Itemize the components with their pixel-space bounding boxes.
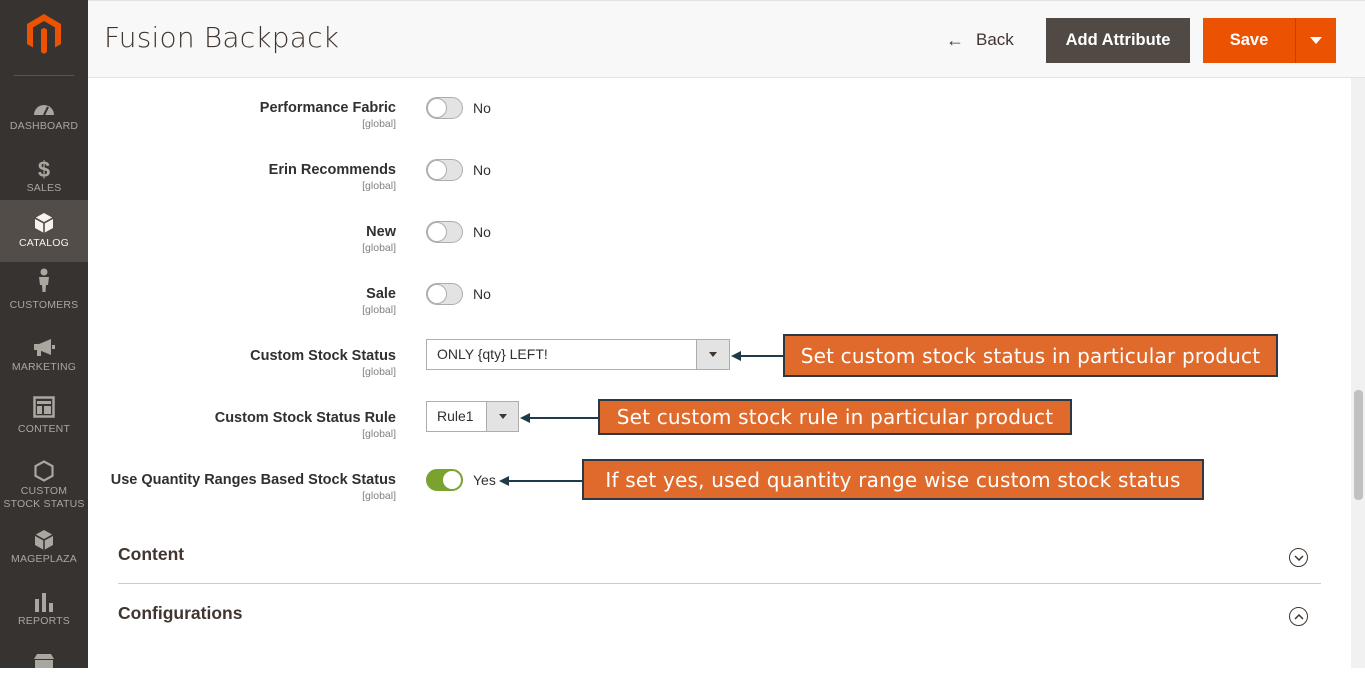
toggle-knob xyxy=(427,284,447,304)
page-header: Fusion Backpack ← Back Add Attribute Sav… xyxy=(88,0,1365,78)
back-label: Back xyxy=(976,30,1014,49)
cube-icon xyxy=(0,212,88,234)
nav-content-label: CONTENT xyxy=(17,423,71,435)
callout-qty-ranges: If set yes, used quantity range wise cus… xyxy=(582,459,1204,500)
nav-mageplaza[interactable]: MAGEPLAZA xyxy=(0,520,88,582)
performance-fabric-value: No xyxy=(473,100,491,116)
dollar-icon: $ xyxy=(37,157,51,182)
toggle-knob xyxy=(427,98,447,118)
scrollbar-thumb[interactable] xyxy=(1354,390,1363,500)
toggle-knob xyxy=(427,222,447,242)
field-scope: [global] xyxy=(362,490,396,502)
field-scope: [global] xyxy=(362,428,396,440)
scrollbar-track[interactable] xyxy=(1351,78,1365,668)
sale-toggle[interactable] xyxy=(426,283,463,305)
nav-dashboard[interactable]: DASHBOARD xyxy=(0,88,88,150)
field-scope: [global] xyxy=(362,304,396,316)
use-quantity-ranges-value: Yes xyxy=(473,472,496,488)
magento-logo[interactable] xyxy=(24,12,64,56)
megaphone-icon xyxy=(0,336,88,358)
field-label-erin-recommends: Erin Recommends xyxy=(268,162,396,178)
erin-recommends-value: No xyxy=(473,162,491,178)
custom-stock-status-select[interactable]: ONLY {qty} LEFT! xyxy=(426,339,730,370)
callout-stock-status: Set custom stock status in particular pr… xyxy=(783,334,1278,377)
section-divider xyxy=(118,583,1321,584)
caret-down-icon xyxy=(1310,37,1322,44)
field-label-sale: Sale xyxy=(366,286,396,302)
nav-custom-stock-status[interactable]: CUSTOM STOCK STATUS xyxy=(0,448,88,520)
sale-value: No xyxy=(473,286,491,302)
nav-custom-stock-status-label: CUSTOM STOCK STATUS xyxy=(3,485,85,510)
hexagon-icon xyxy=(0,460,88,482)
nav-catalog[interactable]: CATALOG xyxy=(0,200,88,262)
section-content-title[interactable]: Content xyxy=(118,544,184,565)
callout-arrow-line xyxy=(740,355,784,357)
field-label-custom-stock-status: Custom Stock Status xyxy=(250,348,396,364)
field-label-custom-stock-status-rule: Custom Stock Status Rule xyxy=(214,410,396,426)
bar-chart-icon xyxy=(0,591,88,613)
select-arrow xyxy=(486,402,518,431)
select-arrow xyxy=(696,340,729,369)
admin-sidebar: DASHBOARD $ SALES CATALOG CUSTOMERS MARK… xyxy=(0,0,88,668)
toggle-knob xyxy=(427,160,447,180)
field-label-new: New xyxy=(366,224,396,240)
nav-reports-label: REPORTS xyxy=(18,615,70,627)
new-value: No xyxy=(473,224,491,240)
nav-mageplaza-label: MAGEPLAZA xyxy=(11,553,77,565)
custom-stock-status-rule-select[interactable]: Rule1 xyxy=(426,401,519,432)
mageplaza-cube-icon xyxy=(0,529,88,551)
layout-icon xyxy=(0,396,88,418)
use-quantity-ranges-toggle[interactable] xyxy=(426,469,463,491)
nav-marketing[interactable]: MARKETING xyxy=(0,324,88,386)
save-button[interactable]: Save xyxy=(1203,18,1295,63)
performance-fabric-toggle[interactable] xyxy=(426,97,463,119)
person-icon xyxy=(0,268,88,292)
nav-customers-label: CUSTOMERS xyxy=(9,299,79,311)
field-scope: [global] xyxy=(362,366,396,378)
erin-recommends-toggle[interactable] xyxy=(426,159,463,181)
nav-content[interactable]: CONTENT xyxy=(0,386,88,448)
chevron-down-icon[interactable] xyxy=(1289,548,1308,567)
field-scope: [global] xyxy=(362,180,396,192)
custom-stock-status-value: ONLY {qty} LEFT! xyxy=(437,346,548,362)
caret-down-icon xyxy=(709,352,717,357)
stores-icon[interactable] xyxy=(32,653,56,668)
toggle-knob xyxy=(442,470,462,490)
custom-stock-status-rule-value: Rule1 xyxy=(437,408,474,424)
section-configurations-title[interactable]: Configurations xyxy=(118,603,242,624)
nav-reports[interactable]: REPORTS xyxy=(0,582,88,644)
nav-catalog-label: CATALOG xyxy=(18,237,70,249)
nav-sales-label: SALES xyxy=(26,182,62,194)
page-title: Fusion Backpack xyxy=(104,21,340,54)
nav-marketing-label: MARKETING xyxy=(11,361,77,373)
dashboard-icon xyxy=(0,97,88,119)
callout-arrow-line xyxy=(508,480,583,482)
add-attribute-button[interactable]: Add Attribute xyxy=(1046,18,1190,63)
field-scope: [global] xyxy=(362,118,396,130)
callout-arrow-line xyxy=(529,417,599,419)
arrow-left-icon: ← xyxy=(946,29,964,50)
nav-customers[interactable]: CUSTOMERS xyxy=(0,262,88,324)
caret-down-icon xyxy=(498,414,507,419)
field-label-use-quantity-ranges: Use Quantity Ranges Based Stock Status xyxy=(110,472,396,488)
field-scope: [global] xyxy=(362,242,396,254)
chevron-up-icon[interactable] xyxy=(1289,607,1308,626)
callout-stock-rule: Set custom stock rule in particular prod… xyxy=(598,399,1072,435)
back-button[interactable]: ← Back xyxy=(946,23,1014,57)
save-options-toggle[interactable] xyxy=(1295,18,1336,63)
new-toggle[interactable] xyxy=(426,221,463,243)
nav-dashboard-label: DASHBOARD xyxy=(9,120,79,132)
logo-divider xyxy=(14,75,74,76)
field-label-performance-fabric: Performance Fabric xyxy=(259,100,396,116)
